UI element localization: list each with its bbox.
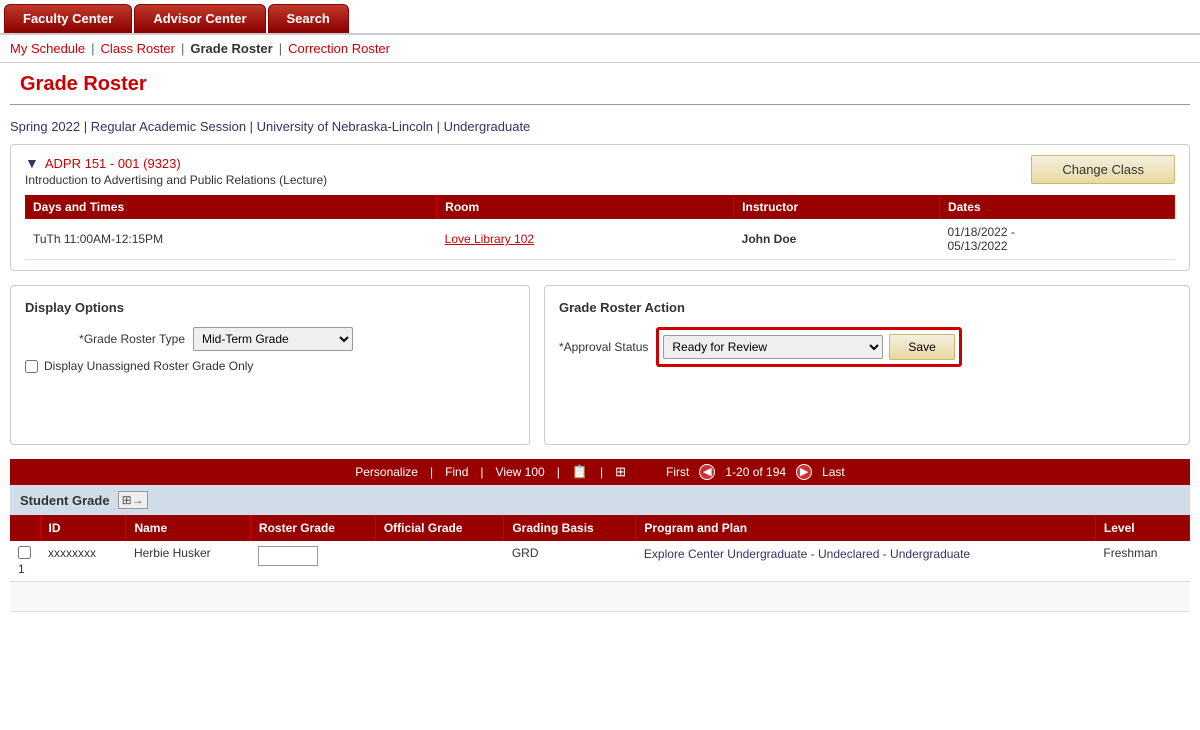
official-grade [375, 541, 504, 582]
schedule-room: Love Library 102 [437, 219, 734, 260]
schedule-table: Days and Times Room Instructor Dates TuT… [25, 195, 1175, 260]
approval-status-row: *Approval Status Ready for Review Approv… [559, 327, 1175, 367]
col-header-days-times: Days and Times [25, 195, 437, 219]
toolbar-view100[interactable]: View 100 [496, 465, 545, 479]
grade-toolbar: Personalize | Find | View 100 | 📋 | ⊞ Fi… [10, 459, 1190, 485]
student-name: Herbie Husker [126, 541, 250, 582]
display-options-panel: Display Options *Grade Roster Type Mid-T… [10, 285, 530, 445]
roster-grade-input[interactable] [258, 546, 318, 566]
save-button[interactable]: Save [889, 334, 954, 360]
last-label: Last [822, 465, 845, 479]
panels-row: Display Options *Grade Roster Type Mid-T… [10, 285, 1190, 445]
class-info-top: ▼ ADPR 151 - 001 (9323) Introduction to … [25, 155, 1175, 187]
toolbar-personalize[interactable]: Personalize [355, 465, 418, 479]
approval-highlight-box: Ready for Review Approved Not Reviewed S… [656, 327, 961, 367]
grading-basis: GRD [504, 541, 636, 582]
row-checkbox-cell: 1 [10, 541, 40, 582]
empty-row [10, 582, 1190, 612]
separator-3: | [279, 41, 282, 56]
unassigned-checkbox-row: Display Unassigned Roster Grade Only [25, 359, 515, 373]
toolbar-icon-grid[interactable]: ⊞ [615, 464, 626, 480]
class-description: Introduction to Advertising and Public R… [25, 173, 327, 187]
table-row-empty [10, 582, 1190, 612]
grade-roster-type-row: *Grade Roster Type Mid-Term Grade Final … [25, 327, 515, 351]
subnav-my-schedule[interactable]: My Schedule [10, 41, 85, 56]
approval-status-label: *Approval Status [559, 340, 648, 354]
schedule-days-times: TuTh 11:00AM-12:15PM [25, 219, 437, 260]
expand-icon[interactable]: ⊞→ [118, 491, 148, 509]
separator-2: | [181, 41, 184, 56]
subnav-class-roster[interactable]: Class Roster [101, 41, 175, 56]
student-grade-label: Student Grade [20, 493, 110, 508]
grade-roster-type-label: *Grade Roster Type [25, 332, 185, 346]
row-number: 1 [18, 562, 25, 576]
program-and-plan: Explore Center Undergraduate - Undeclare… [636, 541, 1096, 582]
tab-search[interactable]: Search [268, 4, 349, 33]
roster-grade[interactable] [250, 541, 375, 582]
grade-roster-type-select[interactable]: Mid-Term Grade Final Grade [193, 327, 353, 351]
pagination-text: 1-20 of 194 [725, 465, 786, 479]
subnav-grade-roster-active: Grade Roster [190, 41, 272, 56]
unassigned-label: Display Unassigned Roster Grade Only [44, 359, 253, 373]
grade-roster-action-panel: Grade Roster Action *Approval Status Rea… [544, 285, 1190, 445]
unassigned-checkbox[interactable] [25, 360, 38, 373]
student-grade-table: ID Name Roster Grade Official Grade Grad… [10, 515, 1190, 612]
display-options-title: Display Options [25, 300, 515, 315]
sub-nav: My Schedule | Class Roster | Grade Roste… [0, 35, 1200, 63]
col-header-room: Room [437, 195, 734, 219]
tab-faculty-center[interactable]: Faculty Center [4, 4, 132, 33]
level: Freshman [1095, 541, 1189, 582]
student-grade-header: Student Grade ⊞→ [10, 485, 1190, 515]
first-label: First [666, 465, 689, 479]
change-class-button[interactable]: Change Class [1031, 155, 1175, 184]
grade-table-container: Personalize | Find | View 100 | 📋 | ⊞ Fi… [10, 459, 1190, 612]
subnav-correction-roster[interactable]: Correction Roster [288, 41, 390, 56]
toolbar-icon-spreadsheet[interactable]: 📋 [572, 464, 588, 480]
student-id: xxxxxxxx [40, 541, 126, 582]
class-info-left: ▼ ADPR 151 - 001 (9323) Introduction to … [25, 155, 327, 187]
schedule-instructor: John Doe [734, 219, 940, 260]
col-official-grade: Official Grade [375, 515, 504, 541]
next-page-arrow[interactable]: ▶ [796, 464, 812, 480]
schedule-row: TuTh 11:00AM-12:15PM Love Library 102 Jo… [25, 219, 1175, 260]
separator-1: | [91, 41, 94, 56]
row-checkbox[interactable] [18, 546, 31, 559]
session-info: Spring 2022 | Regular Academic Session |… [0, 115, 1200, 144]
class-link[interactable]: ADPR 151 - 001 (9323) [45, 156, 181, 171]
grade-roster-action-title: Grade Roster Action [559, 300, 1175, 315]
approval-status-select[interactable]: Ready for Review Approved Not Reviewed [663, 335, 883, 359]
prev-page-arrow[interactable]: ◀ [699, 464, 715, 480]
col-roster-grade: Roster Grade [250, 515, 375, 541]
col-header-dates: Dates [939, 195, 1174, 219]
schedule-dates: 01/18/2022 -05/13/2022 [939, 219, 1174, 260]
col-grading-basis: Grading Basis [504, 515, 636, 541]
col-header-instructor: Instructor [734, 195, 940, 219]
col-id: ID [40, 515, 126, 541]
dropdown-arrow-icon: ▼ [25, 155, 39, 171]
col-select [10, 515, 40, 541]
class-info-box: ▼ ADPR 151 - 001 (9323) Introduction to … [10, 144, 1190, 271]
page-title: Grade Roster [10, 63, 1190, 105]
top-nav: Faculty Center Advisor Center Search [0, 0, 1200, 35]
col-name: Name [126, 515, 250, 541]
col-program-plan: Program and Plan [636, 515, 1096, 541]
tab-advisor-center[interactable]: Advisor Center [134, 4, 265, 33]
toolbar-find[interactable]: Find [445, 465, 468, 479]
col-level: Level [1095, 515, 1189, 541]
room-link[interactable]: Love Library 102 [445, 232, 534, 246]
table-row: 1 xxxxxxxx Herbie Husker GRD Explore Cen… [10, 541, 1190, 582]
